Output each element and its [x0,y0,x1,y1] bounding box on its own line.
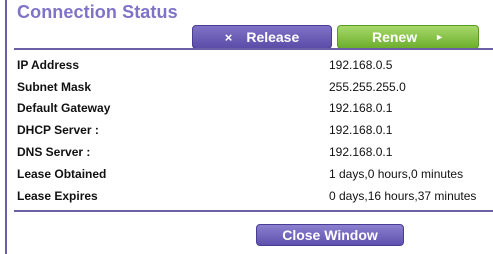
detail-row-default-gateway: Default Gateway 192.168.0.1 [17,98,493,120]
detail-value: 192.168.0.1 [329,101,393,116]
detail-label: Lease Obtained [17,166,107,181]
detail-value: 192.168.0.1 [329,123,393,138]
detail-label: Subnet Mask [17,79,92,94]
detail-label: DNS Server : [17,145,91,160]
detail-value: 255.255.255.0 [329,79,406,94]
renew-button-label: Renew [371,29,418,45]
play-arrow-icon: ► [435,32,445,42]
detail-row-dhcp-server: DHCP Server : 192.168.0.1 [17,119,493,141]
detail-row-ip-address: IP Address 192.168.0.5 [17,54,493,76]
renew-button[interactable]: Renew ► [337,25,479,49]
page-title: Connection Status [17,2,178,22]
detail-value: 1 days,0 hours,0 minutes [329,166,464,181]
status-details: IP Address 192.168.0.5 Subnet Mask 255.2… [17,54,493,207]
detail-label: IP Address [17,57,80,72]
detail-label: DHCP Server : [17,123,99,138]
detail-value: 0 days,16 hours,37 minutes [329,188,477,203]
detail-row-lease-obtained: Lease Obtained 1 days,0 hours,0 minutes [17,163,493,185]
close-x-icon: × [224,29,233,45]
connection-status-panel: Connection Status × Release Renew ► IP A… [5,0,493,254]
detail-row-dns-server: DNS Server : 192.168.0.1 [17,141,493,163]
close-window-button[interactable]: Close Window [256,224,404,246]
release-button-label: Release [246,29,300,45]
bottom-divider [14,210,493,212]
detail-label: Default Gateway [17,101,111,116]
detail-label: Lease Expires [17,188,98,203]
detail-row-lease-expires: Lease Expires 0 days,16 hours,37 minutes [17,185,493,207]
top-divider [14,48,493,50]
detail-value: 192.168.0.5 [329,57,393,72]
release-button[interactable]: × Release [192,25,332,49]
detail-row-subnet-mask: Subnet Mask 255.255.255.0 [17,76,493,98]
detail-value: 192.168.0.1 [329,145,393,160]
